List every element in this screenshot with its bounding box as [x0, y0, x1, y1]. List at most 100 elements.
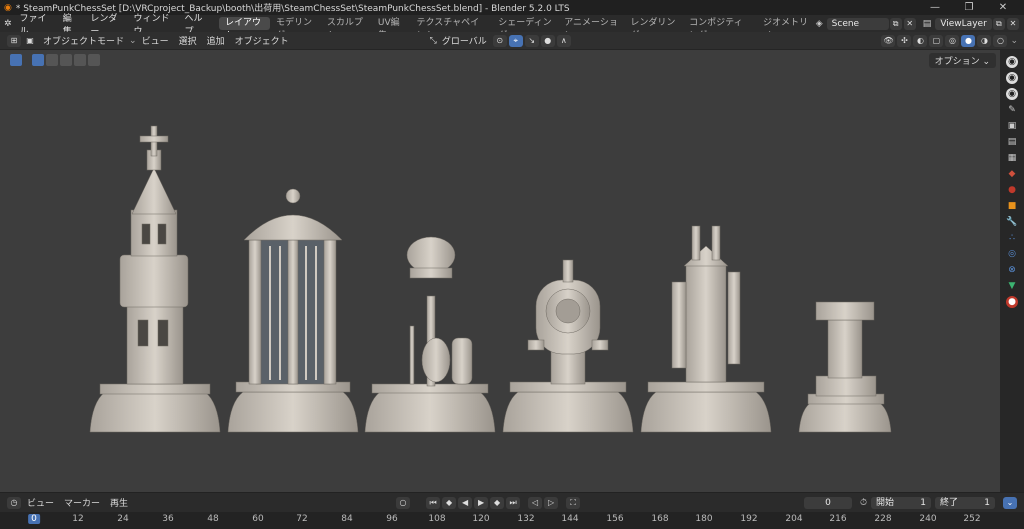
data-icon[interactable]: ▼	[1006, 280, 1018, 292]
camera-icon[interactable]: ◉	[1006, 56, 1018, 68]
material-icon[interactable]: ●	[1006, 296, 1018, 308]
camera-icon-3[interactable]: ◉	[1006, 88, 1018, 100]
tab-sculpt[interactable]: スカルプト	[321, 17, 372, 41]
snap-icon[interactable]: ⌖	[508, 34, 523, 47]
tab-shading[interactable]: シェーディング	[492, 17, 558, 41]
tab-animation[interactable]: アニメーション	[558, 17, 624, 41]
scene-field[interactable]: Scene	[826, 17, 889, 30]
jump-start-icon[interactable]: ⏮	[426, 496, 441, 509]
new-scene-icon[interactable]: ⧉	[889, 17, 902, 30]
new-viewlayer-icon[interactable]: ⧉	[992, 17, 1005, 30]
frame-tick: 72	[296, 514, 308, 524]
jump-end-icon[interactable]: ⏭	[506, 496, 521, 509]
tab-uv-editing[interactable]: UV編集	[372, 17, 411, 41]
maximize-button[interactable]: ❐	[952, 2, 986, 13]
timeline-editor-icon[interactable]: ◷	[7, 496, 21, 509]
3d-viewport[interactable]: オプション ⌄	[0, 50, 1000, 492]
falloff-icon[interactable]: ∧	[556, 34, 571, 47]
chess-set-render	[89, 125, 892, 433]
frame-tick: 24	[117, 514, 129, 524]
current-frame-field[interactable]: 0	[803, 496, 852, 509]
frame-tick: 48	[207, 514, 219, 524]
frame-tick: 144	[561, 514, 579, 524]
render-icon[interactable]: ▣	[1006, 120, 1018, 132]
xray-icon[interactable]: ▢	[929, 34, 944, 47]
close-button[interactable]: ✕	[986, 2, 1020, 13]
playback-menu[interactable]: 再生	[105, 496, 133, 509]
tab-modeling[interactable]: モデリング	[270, 17, 321, 41]
solid-shading-icon[interactable]: ●	[961, 34, 976, 47]
frame-tick: 240	[919, 514, 937, 524]
knight-piece	[502, 259, 634, 433]
physics-icon[interactable]: ◎	[1006, 248, 1018, 260]
delete-viewlayer-icon[interactable]: ✕	[1006, 17, 1019, 30]
scene-icon: ◈	[815, 18, 823, 29]
end-frame-field[interactable]: 終了 1	[935, 496, 995, 509]
timeline-marker-menu[interactable]: マーカー	[59, 496, 105, 509]
rook-piece	[640, 225, 772, 433]
autokey-icon[interactable]: ⛶	[566, 496, 581, 509]
blender-menu-icon[interactable]: ✲	[4, 19, 12, 29]
start-frame-field[interactable]: 開始 1	[871, 496, 931, 509]
visibility-icon[interactable]: 👁	[881, 34, 896, 47]
overlay-icon[interactable]: ◐	[913, 34, 928, 47]
tab-compositing[interactable]: コンポジティング	[683, 17, 757, 41]
world-icon[interactable]: ●	[1006, 184, 1018, 196]
properties-sidebar: ◉ ◉ ◉ ✎ ▣ ▤ ▦ ◆ ● ■ 🔧 ∴ ◎ ⊗ ▼ ●	[1000, 50, 1024, 492]
menu-object[interactable]: オブジェクト	[230, 34, 294, 47]
shading-options-icon[interactable]: ⌄	[1010, 36, 1018, 46]
menu-select[interactable]: 選択	[174, 34, 202, 47]
editor-type-icon[interactable]: ⊞	[7, 34, 21, 47]
tab-rendering[interactable]: レンダリング	[624, 17, 683, 41]
prev-key-icon[interactable]: ◆	[442, 496, 457, 509]
output-icon[interactable]: ▤	[1006, 136, 1018, 148]
menu-add[interactable]: 追加	[202, 34, 230, 47]
frame-tick: 204	[785, 514, 803, 524]
snap-target-icon[interactable]: ↘	[524, 34, 539, 47]
pivot-icon[interactable]: ⊙	[492, 34, 507, 47]
frame-ruler[interactable]: 0 12 24 36 48 60 72 84 96 108 120 132 14…	[0, 512, 1024, 529]
timeline-view-menu[interactable]: ビュー	[22, 496, 59, 509]
mode-dropdown[interactable]: オブジェクトモード	[38, 34, 129, 47]
next-key-icon[interactable]: ◆	[490, 496, 505, 509]
orientation-dropdown[interactable]: グローバル	[437, 34, 492, 47]
play-icon[interactable]: ▶	[474, 496, 489, 509]
minimize-button[interactable]: —	[918, 2, 952, 13]
stopwatch-icon: ⏱	[859, 497, 867, 508]
timeline-options-icon[interactable]: ⌄	[1003, 496, 1017, 509]
frame-tick-current: 0	[28, 514, 40, 524]
view-layer-icon[interactable]: ▦	[1006, 152, 1018, 164]
delete-scene-icon[interactable]: ✕	[903, 17, 916, 30]
prev-marker-icon[interactable]: ◁	[528, 496, 543, 509]
timeline-header: ◷ ビュー マーカー 再生 ○ ⏮ ◆ ◀ ▶ ◆ ⏭ ◁ ▷ ⛶ 0 ⏱ 開始…	[0, 492, 1024, 512]
wireframe-shading-icon[interactable]: ◎	[945, 34, 960, 47]
tab-texture-paint[interactable]: テクスチャペイント	[410, 17, 492, 41]
menu-view[interactable]: ビュー	[137, 34, 174, 47]
top-menubar: ✲ ファイル 編集 レンダー ウィンドウ ヘルプ レイアウト モデリング スカル…	[0, 14, 1024, 41]
scene-props-icon[interactable]: ◆	[1006, 168, 1018, 180]
keyframe-icon[interactable]: ○	[396, 496, 411, 509]
frame-tick: 36	[162, 514, 174, 524]
play-reverse-icon[interactable]: ◀	[458, 496, 473, 509]
frame-tick: 84	[341, 514, 353, 524]
proportional-edit-icon[interactable]: ●	[540, 34, 555, 47]
king-piece	[89, 125, 221, 433]
tool-icon[interactable]: ✎	[1006, 104, 1018, 116]
frame-tick: 132	[517, 514, 535, 524]
next-marker-icon[interactable]: ▷	[544, 496, 559, 509]
viewlayer-field[interactable]: ViewLayer	[935, 17, 992, 30]
modifier-icon[interactable]: 🔧	[1006, 216, 1018, 228]
pawn-piece	[798, 301, 892, 433]
particles-icon[interactable]: ∴	[1006, 232, 1018, 244]
constraints-icon[interactable]: ⊗	[1006, 264, 1018, 276]
tab-geometry-nodes[interactable]: ジオメトリノ	[757, 17, 816, 41]
camera-icon-2[interactable]: ◉	[1006, 72, 1018, 84]
frame-tick: 252	[963, 514, 981, 524]
gizmo-icon[interactable]: ✣	[897, 34, 912, 47]
end-label: 終了	[940, 497, 959, 508]
material-shading-icon[interactable]: ◑	[977, 34, 992, 47]
rendered-shading-icon[interactable]: ○	[993, 34, 1008, 47]
start-value: 1	[920, 497, 926, 508]
tab-layout[interactable]: レイアウト	[219, 17, 270, 41]
object-icon[interactable]: ■	[1006, 200, 1018, 212]
